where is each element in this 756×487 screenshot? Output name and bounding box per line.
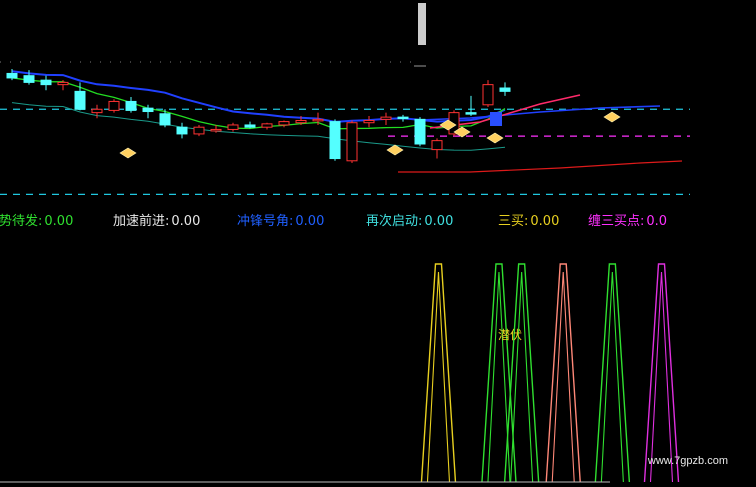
legend-value: 0.00 (424, 214, 454, 228)
candle-body (312, 118, 324, 122)
legend-item-3: 再次启动: 0.00 (366, 210, 453, 228)
candle-body (142, 107, 154, 113)
candle-body (6, 72, 18, 79)
legend-value: 0.00 (171, 214, 201, 228)
candle-body (295, 119, 307, 124)
legend-value: 0.00 (44, 214, 74, 228)
candle-body (57, 81, 69, 86)
legend-item-0: 趋势待发:0.00 (0, 210, 73, 228)
candle-body (210, 128, 222, 132)
candle-body (278, 121, 290, 126)
candle-body (380, 116, 392, 120)
candle-body (329, 121, 341, 160)
candle-body (346, 122, 358, 162)
candle-body (397, 116, 409, 120)
candle-body (125, 100, 137, 111)
legend-label: 趋势待发: (0, 214, 43, 228)
legend-label: 缠三买点: (588, 214, 645, 228)
candle-body (91, 108, 103, 114)
candle-body (159, 113, 171, 126)
legend-label: 再次启动: (366, 214, 423, 228)
candle-body (176, 126, 188, 135)
candle-body (227, 124, 239, 130)
candle-body (74, 90, 86, 110)
legend-value: 0.00 (295, 214, 325, 228)
candle-body (363, 119, 375, 124)
price-scale-marker (418, 3, 426, 45)
candle-body (465, 112, 477, 115)
candle-body (431, 140, 443, 151)
candle-body (108, 100, 120, 111)
legend-item-1: 加速前进: 0.00 (113, 210, 200, 228)
legend-item-4: 三买: 0.00 (498, 210, 559, 228)
candle-body (499, 87, 511, 92)
legend-item-2: 冲锋号角: 0.00 (237, 210, 324, 228)
legend-item-5: 缠三买点: 0.0 (588, 210, 667, 228)
candle-body (40, 79, 52, 86)
legend-label: 加速前进: (113, 214, 170, 228)
legend-value: 0.00 (530, 214, 560, 228)
candle-body (193, 126, 205, 135)
legend-label: 冲锋号角: (237, 214, 294, 228)
annotation-label: 潜伏 (498, 328, 523, 342)
candle-body (414, 118, 426, 145)
candle-body (23, 75, 35, 83)
stock-chart-canvas (0, 0, 756, 487)
candle-body (261, 123, 273, 128)
legend-value: 0.0 (646, 214, 668, 228)
volume-block-blue (490, 112, 502, 126)
candle-body (244, 124, 256, 128)
legend-label: 三买: (498, 214, 529, 228)
watermark: www.7gpzb.com (647, 455, 728, 467)
indicator-legend: 趋势待发:0.00 加速前进:0.00 冲锋号角:0.00 再次启动:0.00 … (0, 208, 756, 228)
candle-body (482, 84, 494, 106)
